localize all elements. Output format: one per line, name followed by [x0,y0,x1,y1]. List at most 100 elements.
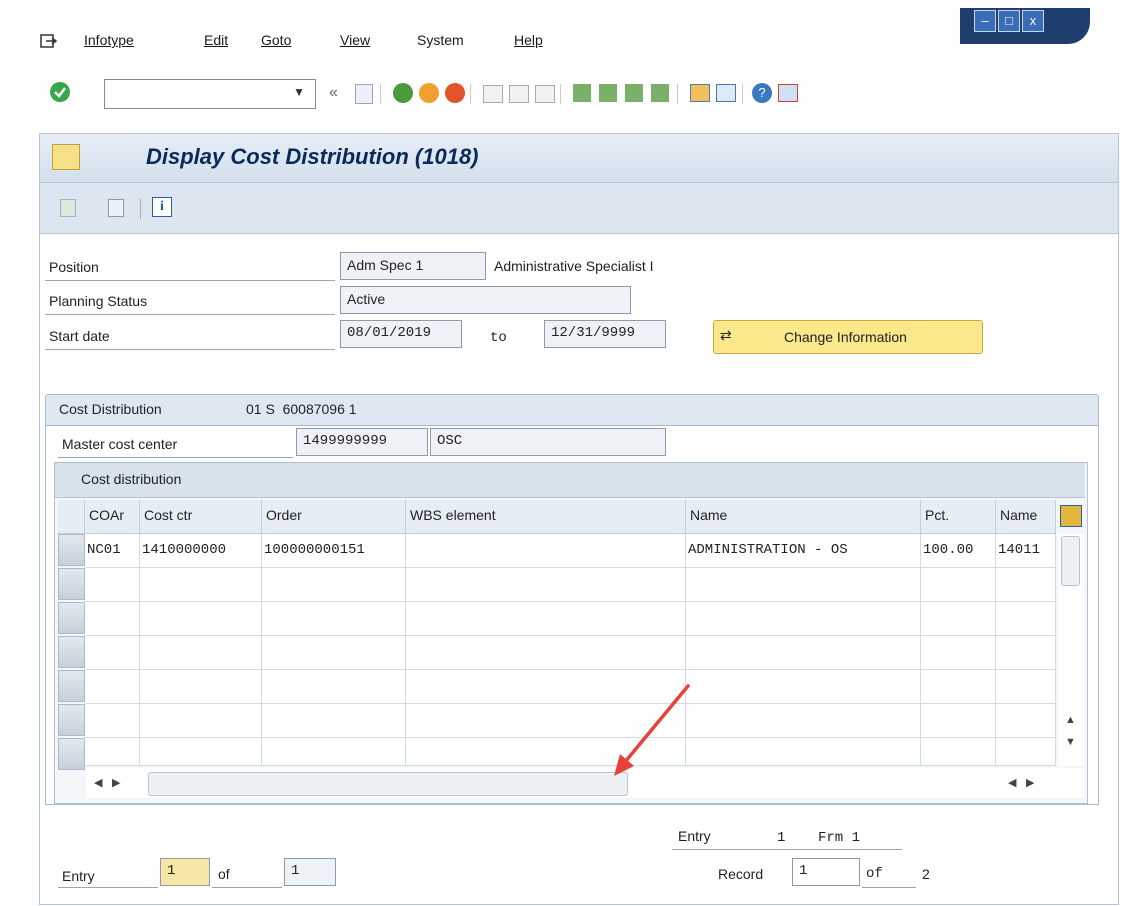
position-label: Position [49,259,99,275]
horizontal-scrollbar-right[interactable]: ◀ ▶ [1002,768,1084,798]
planning-status-label: Planning Status [49,293,148,309]
menu-goto[interactable]: Goto [261,32,291,48]
dropdown-icon[interactable]: ▼ [293,85,305,99]
create-session-icon[interactable] [690,84,710,102]
menu-edit[interactable]: Edit [204,32,228,48]
column-header-name-2[interactable]: Name [996,500,1056,534]
row-selector[interactable] [58,534,85,566]
master-cost-center-label: Master cost center [62,436,178,452]
row-selector[interactable] [58,568,85,600]
close-button[interactable]: x [1022,10,1044,32]
group-title: Cost Distribution [59,401,162,417]
row-selector[interactable] [58,670,85,702]
cell-name-2: 14011 [996,534,1056,568]
scroll-down-icon[interactable]: ▼ [1065,736,1076,748]
position-field[interactable]: Adm Spec 1 [340,252,486,280]
menu-system[interactable]: System [417,32,464,48]
column-divider [920,568,921,766]
group-id: 01 S 60087096 1 [246,401,357,417]
scroll-left-icon[interactable]: ◀ [94,776,102,789]
find-icon[interactable] [509,85,529,103]
column-header-order[interactable]: Order [262,500,406,534]
position-text: Administrative Specialist I [494,258,654,274]
start-date-field[interactable]: 08/01/2019 [340,320,462,348]
change-information-button[interactable]: ⇄ Change Information [713,320,983,354]
title-bar: Display Cost Distribution (1018) [40,134,1118,183]
column-header-coar[interactable]: COAr [85,500,140,534]
change-info-icon: ⇄ [720,327,732,343]
table-row-empty [85,602,1056,636]
next-page-icon[interactable] [625,84,643,102]
entry-label-2: Entry [678,828,711,844]
column-header-cost-ctr[interactable]: Cost ctr [140,500,262,534]
cancel-icon[interactable] [445,83,465,103]
entry-label: Entry [62,868,95,884]
of-label: of [218,866,230,882]
save-icon[interactable] [355,84,373,104]
label-underline [45,349,335,350]
last-page-icon[interactable] [651,84,669,102]
label-underline [45,314,335,315]
previous-record-icon[interactable] [60,199,76,217]
help-icon[interactable]: ? [752,83,772,103]
entry-field[interactable]: 1 [160,858,210,886]
scroll-left-icon[interactable]: ◀ [1008,776,1016,789]
toolbar-separator [380,84,381,104]
master-cost-center-field[interactable]: 1499999999 [296,428,428,456]
table-settings-icon[interactable] [1060,505,1082,527]
find-next-icon[interactable] [535,85,555,103]
label-underline [212,887,282,888]
label-underline [672,849,902,850]
print-icon[interactable] [483,85,503,103]
planning-status-field[interactable]: Active [340,286,631,314]
horizontal-scrollbar[interactable]: ◀ ▶ [86,768,1056,798]
row-selector[interactable] [58,704,85,736]
command-field[interactable]: ▼ [104,79,316,109]
scroll-right-icon[interactable]: ▶ [112,776,120,789]
vertical-scrollbar[interactable]: ▲ ▼ [1058,534,1084,766]
toolbar-separator [677,84,678,104]
menu-infotype[interactable]: Infotype [84,32,134,48]
horizontal-scroll-thumb[interactable] [148,772,628,796]
shortcut-icon[interactable] [716,84,736,102]
scroll-up-icon[interactable]: ▲ [1065,714,1076,726]
record-field[interactable]: 1 [792,858,860,886]
column-header-name[interactable]: Name [686,500,921,534]
app-menu-icon[interactable] [52,144,80,170]
record-total: 2 [922,866,930,882]
info-icon[interactable]: i [152,197,172,217]
select-all-header[interactable] [58,500,85,534]
row-selector[interactable] [58,602,85,634]
first-page-icon[interactable] [573,84,591,102]
vertical-scroll-thumb[interactable] [1061,536,1080,586]
menu-expand-icon[interactable] [40,34,58,50]
row-selector[interactable] [58,636,85,668]
toolbar-separator [140,199,141,219]
menu-help[interactable]: Help [514,32,543,48]
column-divider [139,568,140,766]
cell-pct: 100.00 [921,534,996,568]
window-controls: – □ x [960,8,1090,44]
customize-layout-icon[interactable] [778,84,798,102]
label-underline [862,887,916,888]
exit-icon[interactable] [419,83,439,103]
cell-cost-ctr: 1410000000 [140,534,262,568]
cell-name: ADMINISTRATION - OS [686,534,921,568]
end-date-field[interactable]: 12/31/9999 [544,320,666,348]
previous-page-icon[interactable] [599,84,617,102]
double-left-icon[interactable]: « [329,84,338,102]
cell-wbs-element [406,534,686,568]
next-record-icon[interactable] [108,199,124,217]
maximize-button[interactable]: □ [998,10,1020,32]
row-selector[interactable] [58,738,85,770]
entry-value-2: 1 [777,830,786,846]
column-header-pct[interactable]: Pct. [921,500,996,534]
menu-view[interactable]: View [340,32,370,48]
column-header-wbs-element[interactable]: WBS element [406,500,686,534]
back-icon[interactable] [393,83,413,103]
enter-icon[interactable] [50,82,70,102]
table-row-empty [85,568,1056,602]
minimize-button[interactable]: – [974,10,996,32]
scroll-right-icon[interactable]: ▶ [1026,776,1034,789]
toolbar-separator [742,84,743,104]
